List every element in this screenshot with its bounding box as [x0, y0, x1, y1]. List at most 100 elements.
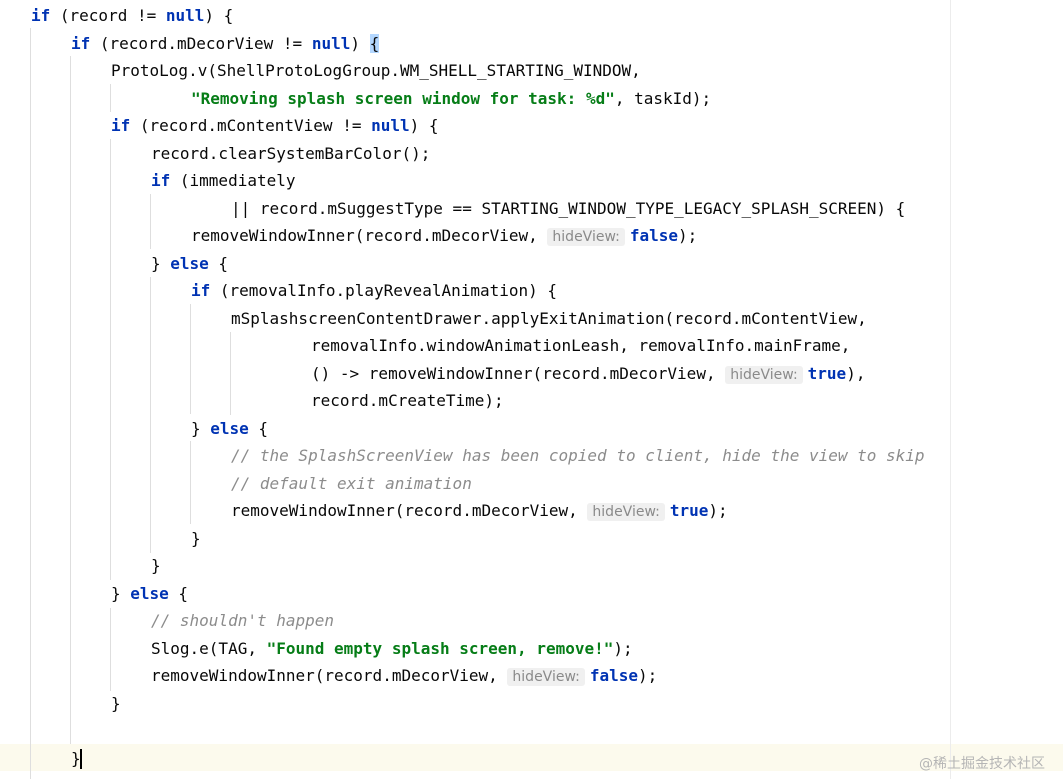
keyword-token: true — [669, 501, 709, 520]
right-margin-guide — [950, 0, 951, 779]
code-token: || record.mSuggestType == STARTING_WINDO… — [231, 198, 906, 218]
text-caret — [79, 749, 82, 769]
code-line[interactable]: if (record.mDecorView != null) { — [71, 30, 380, 58]
code-token: () -> removeWindowInner(record.mDecorVie… — [311, 363, 726, 383]
code-token: ); — [638, 666, 658, 685]
keyword-token: false — [629, 226, 679, 245]
code-token: } — [111, 583, 131, 603]
code-token: (record.mContentView != — [130, 116, 372, 135]
code-line[interactable]: // shouldn't happen — [151, 607, 334, 635]
code-token: removeWindowInner(record.mDecorView, — [231, 501, 588, 520]
indent-guide — [150, 277, 151, 553]
code-line[interactable]: } — [191, 525, 201, 553]
code-line[interactable]: || record.mSuggestType == STARTING_WINDO… — [231, 195, 905, 223]
code-line[interactable]: } — [151, 552, 161, 580]
code-token: record.mCreateTime); — [311, 391, 504, 410]
code-token: ); — [613, 638, 633, 658]
code-line[interactable]: mSplashscreenContentDrawer.applyExitAnim… — [231, 305, 867, 333]
parameter-hint: hideView: — [507, 668, 585, 686]
code-token: Slog.e(TAG, — [151, 638, 267, 658]
code-token: } — [111, 693, 121, 713]
parameter-hint: hideView: — [725, 365, 803, 384]
code-line[interactable]: // the SplashScreenView has been copied … — [231, 442, 925, 470]
code-token: (immediately — [170, 171, 296, 190]
code-token: (record != — [50, 6, 166, 25]
current-line-highlight — [0, 744, 1063, 771]
code-token: removeWindowInner(record.mDecorView, — [191, 226, 548, 245]
code-line[interactable]: removeWindowInner(record.mDecorView, hid… — [151, 662, 657, 690]
indent-guide — [70, 56, 71, 744]
keyword-token: null — [371, 116, 410, 135]
matched-brace: { — [369, 33, 380, 53]
indent-guide — [30, 28, 31, 779]
code-line[interactable]: () -> removeWindowInner(record.mDecorVie… — [311, 360, 865, 388]
code-line[interactable]: Slog.e(TAG, "Found empty splash screen, … — [151, 635, 633, 663]
keyword-token: if — [31, 6, 51, 25]
code-token: (removalInfo.playRevealAnimation) { — [210, 281, 558, 300]
code-editor[interactable]: if (record != null) {if (record.mDecorVi… — [0, 0, 1063, 779]
code-token: } — [151, 556, 161, 575]
code-token: ) — [350, 33, 370, 53]
keyword-token: if — [111, 116, 131, 135]
keyword-token: else — [210, 418, 249, 438]
keyword-token: false — [589, 666, 639, 685]
code-line[interactable]: } else { — [111, 580, 188, 608]
keyword-token: else — [170, 253, 209, 273]
code-line[interactable]: removeWindowInner(record.mDecorView, hid… — [191, 222, 697, 250]
code-token: ) { — [204, 6, 234, 25]
code-line[interactable]: } — [111, 690, 121, 718]
code-line[interactable]: } else { — [151, 250, 228, 278]
code-line[interactable]: record.clearSystemBarColor(); — [151, 140, 430, 168]
code-line[interactable]: removalInfo.windowAnimationLeash, remova… — [311, 332, 850, 360]
code-token: { — [208, 253, 229, 273]
string-token: "Found empty splash screen, remove!" — [266, 638, 614, 658]
code-token: } — [191, 528, 201, 548]
parameter-hint: hideView: — [547, 228, 625, 246]
code-token: removeWindowInner(record.mDecorView, — [151, 666, 508, 685]
string-token: "Removing splash screen window for task:… — [191, 88, 615, 108]
keyword-token: if — [151, 171, 171, 190]
code-token: } — [151, 253, 171, 273]
code-token: ) { — [409, 116, 439, 135]
indent-guide — [110, 608, 111, 691]
code-line[interactable]: if (immediately — [151, 167, 296, 195]
code-token: ProtoLog.v(ShellProtoLogGroup.WM_SHELL_S… — [111, 61, 641, 80]
keyword-token: else — [130, 583, 169, 603]
code-line[interactable]: if (record != null) { — [31, 2, 233, 30]
keyword-token: null — [165, 6, 205, 25]
comment-token: // shouldn't happen — [151, 611, 335, 630]
indent-guide — [190, 441, 191, 524]
code-token: { — [248, 418, 269, 438]
code-line[interactable]: if (removalInfo.playRevealAnimation) { — [191, 277, 557, 305]
code-token: } — [191, 418, 211, 438]
indent-guide — [150, 194, 151, 249]
indent-guide — [110, 139, 111, 580]
code-line[interactable]: record.mCreateTime); — [311, 387, 504, 415]
indent-guide — [110, 84, 111, 112]
keyword-token: if — [191, 281, 211, 300]
comment-token: // default exit animation — [231, 473, 472, 493]
keyword-token: if — [71, 33, 91, 53]
code-token: mSplashscreenContentDrawer.applyExitAnim… — [231, 308, 867, 328]
code-line[interactable]: removeWindowInner(record.mDecorView, hid… — [231, 497, 728, 525]
parameter-hint: hideView: — [587, 503, 665, 521]
comment-token: // the SplashScreenView has been copied … — [231, 446, 925, 465]
indent-guide — [230, 332, 231, 415]
keyword-token: true — [807, 363, 847, 383]
code-line[interactable]: "Removing splash screen window for task:… — [191, 85, 711, 113]
code-line[interactable]: } else { — [191, 415, 268, 443]
code-line[interactable]: } — [71, 745, 82, 773]
code-token: { — [168, 583, 189, 603]
code-token: record.clearSystemBarColor(); — [151, 143, 431, 163]
code-line[interactable]: ProtoLog.v(ShellProtoLogGroup.WM_SHELL_S… — [111, 57, 641, 85]
code-token: , taskId); — [614, 88, 712, 108]
code-token: ); — [678, 226, 698, 245]
code-line[interactable]: // default exit animation — [231, 470, 472, 498]
code-token: removalInfo.windowAnimationLeash, remova… — [311, 336, 851, 355]
code-line[interactable]: if (record.mContentView != null) { — [111, 112, 439, 140]
watermark: @稀土掘金技术社区 — [919, 756, 1045, 772]
indent-guide — [190, 304, 191, 414]
code-token: ), — [846, 363, 866, 383]
keyword-token: null — [311, 33, 351, 53]
code-token: ); — [708, 501, 728, 520]
